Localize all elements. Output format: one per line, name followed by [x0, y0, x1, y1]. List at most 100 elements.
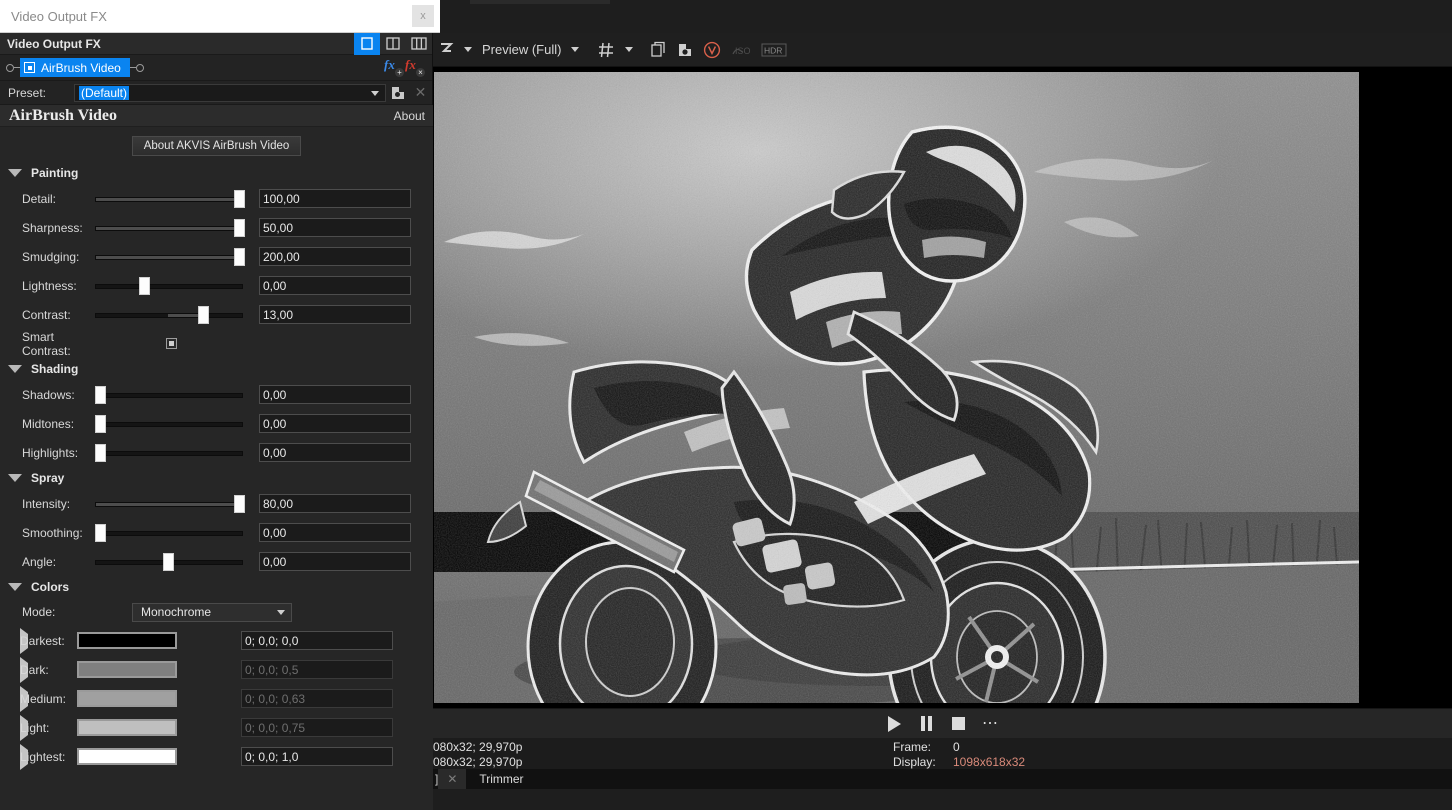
tab-close-button[interactable]: ✕	[438, 769, 467, 789]
value-smoothing[interactable]: 0,00	[259, 523, 411, 542]
preview-quality-label[interactable]: Preview (Full)	[478, 37, 565, 63]
about-link[interactable]: About	[394, 109, 425, 123]
slider-fill-smudging	[96, 255, 238, 259]
color-value-darkest[interactable]: 0; 0,0; 0,0	[241, 631, 393, 650]
slider-knob-highlights[interactable]	[95, 443, 106, 462]
slider-shadows[interactable]	[95, 385, 247, 405]
color-swatch-dark[interactable]	[77, 661, 177, 678]
about-akvis-button[interactable]: About AKVIS AirBrush Video	[131, 136, 302, 156]
pause-button[interactable]	[918, 715, 936, 733]
value-lightness[interactable]: 0,00	[259, 276, 411, 295]
value-contrast[interactable]: 13,00	[259, 305, 411, 324]
slider-knob-midtones[interactable]	[95, 414, 106, 433]
fx-node-airbrush-video[interactable]: AirBrush Video	[20, 58, 130, 77]
expand-light[interactable]	[0, 714, 28, 741]
edit-tool-icon[interactable]	[436, 37, 458, 63]
collapse-triangle-icon[interactable]	[8, 169, 22, 177]
plugin-titlebar: AirBrush Video About	[0, 105, 433, 127]
overlays-grid-icon[interactable]	[593, 37, 619, 63]
group-header-colors[interactable]: Colors	[0, 576, 433, 598]
param-label-intensity: Intensity:	[22, 496, 71, 511]
slider-lightness[interactable]	[95, 276, 247, 296]
save-snapshot-icon[interactable]	[673, 37, 697, 63]
slider-sharpness[interactable]	[95, 218, 247, 238]
stop-button[interactable]	[950, 715, 968, 733]
value-detail[interactable]: 100,00	[259, 189, 411, 208]
color-swatch-lightest[interactable]	[77, 748, 177, 765]
mode-dropdown[interactable]: Monochrome	[132, 602, 292, 622]
slider-knob-sharpness[interactable]	[234, 218, 245, 237]
expand-dark[interactable]	[0, 656, 28, 683]
slider-knob-shadows[interactable]	[95, 385, 106, 404]
edit-tool-dropdown[interactable]	[460, 37, 476, 63]
chain-input-connector-icon[interactable]	[6, 63, 14, 72]
group-header-painting[interactable]: Painting	[0, 162, 433, 184]
preset-dropdown[interactable]: (Default)	[74, 83, 386, 102]
expand-darkest[interactable]	[0, 627, 28, 654]
slider-knob-lightness[interactable]	[139, 276, 150, 295]
color-value-dark[interactable]: 0; 0,0; 0,5	[241, 660, 393, 679]
chain-output-connector-icon[interactable]	[135, 63, 144, 72]
view-mode-split-icon[interactable]	[380, 33, 406, 55]
value-smudging[interactable]: 200,00	[259, 247, 411, 266]
fx-node-enable-icon[interactable]	[24, 62, 35, 73]
value-intensity[interactable]: 80,00	[259, 494, 411, 513]
remove-plugin-icon[interactable]: fx ×	[405, 57, 426, 78]
vegas-v-icon[interactable]	[699, 37, 725, 63]
color-swatch-medium[interactable]	[77, 690, 177, 707]
collapse-triangle-icon[interactable]	[8, 583, 22, 591]
status-line-2: 080x32; 29,970p	[433, 755, 523, 769]
color-value-lightest[interactable]: 0; 0,0; 1,0	[241, 747, 393, 766]
window-close-button[interactable]: x	[412, 5, 434, 27]
slider-contrast[interactable]	[95, 305, 247, 325]
slider-smoothing[interactable]	[95, 523, 247, 543]
single-pane-icon	[361, 37, 373, 50]
slider-knob-smoothing[interactable]	[95, 523, 106, 542]
add-plugin-icon[interactable]: fx +	[384, 57, 405, 78]
chain-link-right	[129, 67, 136, 68]
more-options-button[interactable]: ⋯	[982, 715, 1000, 733]
value-shadows[interactable]: 0,00	[259, 385, 411, 404]
slider-midtones[interactable]	[95, 414, 247, 434]
hdr-icon[interactable]: HDR	[757, 37, 791, 63]
color-value-light[interactable]: 0; 0,0; 0,75	[241, 718, 393, 737]
overlays-dropdown[interactable]	[621, 37, 637, 63]
collapse-triangle-icon[interactable]	[8, 474, 22, 482]
preset-delete-button[interactable]: ✕	[409, 81, 432, 105]
slider-intensity[interactable]	[95, 494, 247, 514]
value-angle[interactable]: 0,00	[259, 552, 411, 571]
slider-knob-smudging[interactable]	[234, 247, 245, 266]
slider-fill-sharpness	[96, 226, 238, 230]
checkbox-smart-contrast[interactable]	[165, 338, 177, 349]
slider-smudging[interactable]	[95, 247, 247, 267]
color-swatch-darkest[interactable]	[77, 632, 177, 649]
preset-save-button[interactable]	[386, 81, 409, 105]
view-mode-single-icon[interactable]	[354, 32, 380, 55]
color-swatch-light[interactable]	[77, 719, 177, 736]
slider-highlights[interactable]	[95, 443, 247, 463]
play-button[interactable]	[886, 715, 904, 733]
video-preview-stage[interactable]	[433, 67, 1452, 708]
slider-angle[interactable]	[95, 552, 247, 572]
slider-detail[interactable]	[95, 189, 247, 209]
preview-quality-dropdown[interactable]	[567, 37, 583, 63]
copy-snapshot-icon[interactable]	[647, 37, 671, 63]
tab-trimmer[interactable]: Trimmer	[479, 772, 523, 786]
expand-lightest[interactable]	[0, 743, 28, 770]
hdr-glyph: HDR	[761, 43, 787, 56]
value-midtones[interactable]: 0,00	[259, 414, 411, 433]
color-value-medium[interactable]: 0; 0,0; 0,63	[241, 689, 393, 708]
slider-knob-contrast[interactable]	[198, 305, 209, 324]
group-header-shading[interactable]: Shading	[0, 358, 433, 380]
group-header-spray[interactable]: Spray	[0, 467, 433, 489]
value-highlights[interactable]: 0,00	[259, 443, 411, 462]
iso-icon[interactable]: ISO	[727, 37, 755, 63]
value-sharpness[interactable]: 50,00	[259, 218, 411, 237]
slider-fill-intensity	[96, 502, 238, 506]
view-mode-triple-icon[interactable]	[406, 33, 432, 55]
collapse-triangle-icon[interactable]	[8, 365, 22, 373]
slider-knob-detail[interactable]	[234, 189, 245, 208]
slider-knob-angle[interactable]	[163, 552, 174, 571]
slider-knob-intensity[interactable]	[234, 494, 245, 513]
expand-medium[interactable]	[0, 685, 28, 712]
